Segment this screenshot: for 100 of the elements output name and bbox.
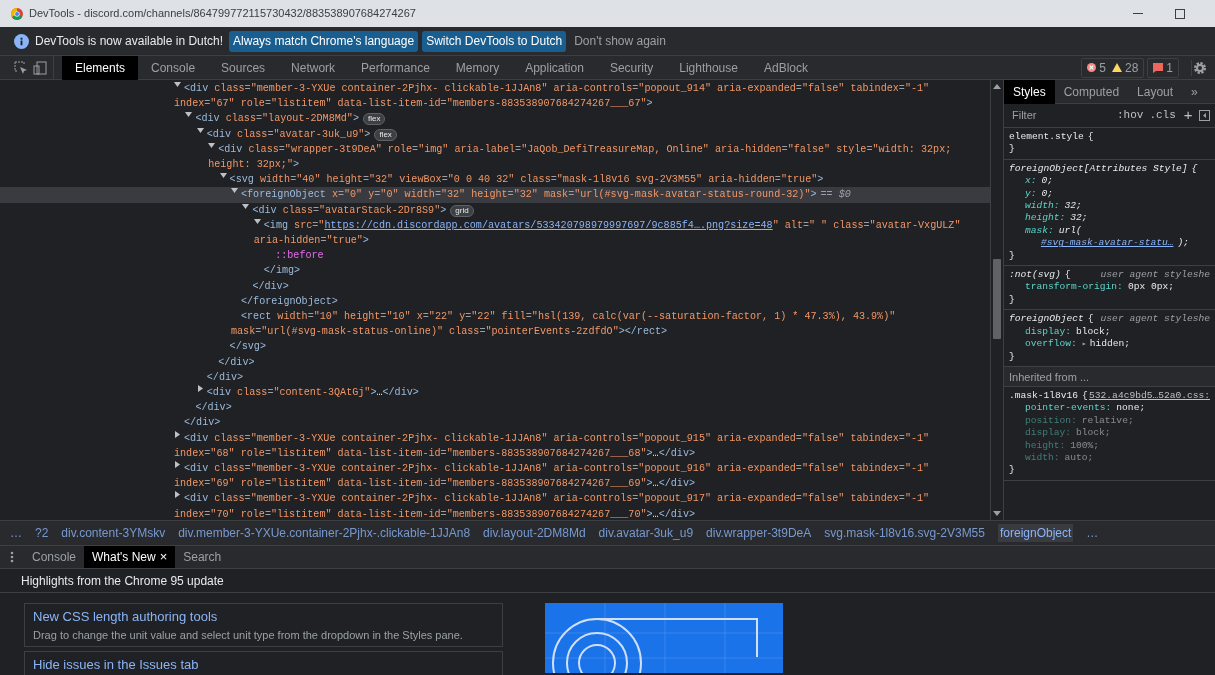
device-toolbar-button[interactable] <box>32 55 54 80</box>
open-brace: { <box>1087 313 1094 325</box>
css-declaration[interactable]: mask: url( #svg-mask-avatar-statu… ); <box>1009 224 1210 250</box>
dom-node-line[interactable]: <div class="layout-2DM8Md"> flex <box>0 111 990 127</box>
expand-arrow-icon[interactable] <box>196 126 207 134</box>
more-options-icon <box>10 551 14 563</box>
layout-badge[interactable]: grid <box>450 204 474 217</box>
styles-tab[interactable]: Computed <box>1054 80 1129 104</box>
layout-badge[interactable]: flex <box>374 128 397 141</box>
layout-badge[interactable]: flex <box>362 113 386 126</box>
dom-node-line[interactable]: <div class="member-3-YXUe container-2Pjhx- clickable-1JJAn8" aria-controls="popout_916" aria-expanded="false" tabindex="-1" index="69" role="listitem" data-list-item-id="members-883538907684274267___69">…</div> <box>0 461 990 492</box>
settings-button[interactable] <box>1191 59 1207 76</box>
breadcrumb[interactable]: svg.mask-1l8v16.svg-2V3M55 <box>824 524 985 542</box>
css-declaration[interactable]: height: 32; <box>1009 212 1210 225</box>
dom-node-line[interactable]: <div class="avatarStack-2Dr8S9"> grid <box>0 202 990 218</box>
expand-arrow-icon[interactable] <box>253 217 264 225</box>
dom-node-line[interactable]: <div class="avatar-3uk_u9"> flex <box>0 126 990 142</box>
cursor-icon <box>14 60 28 75</box>
dom-node-line[interactable]: <rect width="10" height="10" x="22" y="22" fill="hsl(139, calc(var(--saturation-factor, 1) * 47.3%), 43.9%)" mask="url(#svg-mask-status-online)" class="pointerEvents-2zdfdO"></rect> <box>0 309 990 340</box>
dom-node-line[interactable]: <svg width="40" height="32" viewBox="0 0 40 32" class="mask-1l8v16 svg-2V3M55" aria-hidden="true"> <box>0 172 990 188</box>
drawer-heading: Highlights from the Chrome 95 update <box>21 572 224 590</box>
css-declaration[interactable]: x: 0; <box>1009 175 1210 188</box>
closing-tag: </img> <box>0 263 990 279</box>
expand-arrow-icon[interactable] <box>219 172 230 180</box>
drawer-tab[interactable]: Search <box>175 545 230 569</box>
info-icon <box>14 33 29 49</box>
breadcrumb[interactable]: div.content-3YMskv <box>61 524 166 542</box>
flag-icon <box>1153 62 1164 73</box>
css-declaration[interactable]: display: block; <box>1009 325 1210 339</box>
css-declaration[interactable]: y: 0; <box>1009 187 1210 201</box>
close-brace: } <box>1009 143 1016 156</box>
scrollbar[interactable] <box>990 80 1003 520</box>
css-selector: .mask-1l8v16 <box>1009 389 1079 401</box>
panel-tab[interactable]: Security <box>596 55 667 80</box>
close-icon[interactable]: × <box>159 547 168 567</box>
closing-tag: </div> <box>0 415 990 431</box>
dom-node-line[interactable]: <div class="member-3-YXUe container-2Pjhx- clickable-1JJAn8" aria-controls="popout_915" aria-expanded="false" tabindex="-1" index="68" role="listitem" data-list-item-id="members-883538907684274267___68">…</div> <box>0 430 990 462</box>
css-declaration[interactable]: pointer-events: none; <box>1009 402 1210 415</box>
breadcrumb[interactable]: div.member-3-YXUe.container-2Pjhx-.clickable-1JJAn8 <box>178 524 471 542</box>
error-warning-counter[interactable]: 5 28 <box>1081 57 1145 78</box>
panel-tab[interactable]: Lighthouse <box>666 55 751 80</box>
drawer-tab[interactable]: Console <box>24 545 85 569</box>
maximize-icon <box>1175 8 1185 19</box>
styles-tab[interactable]: Layout <box>1128 80 1183 104</box>
infobar-button[interactable]: Always match Chrome's language <box>229 30 419 52</box>
expand-arrow-icon[interactable] <box>231 187 241 195</box>
warning-count: 28 <box>1124 59 1139 77</box>
open-brace: { <box>1064 269 1071 281</box>
panel-tab[interactable]: Console <box>138 55 209 80</box>
breadcrumb[interactable]: … <box>1086 524 1099 542</box>
dom-node-line[interactable]: <img src="https://cdn.discordapp.com/avatars/533420798979997697/9c885f4….png?size=48" alt=" " class="avatar-VxgULZ" aria-hidden="true"> <box>0 217 990 249</box>
css-declaration[interactable]: overflow: ▸ hidden; <box>1009 338 1210 351</box>
class-toggle[interactable]: .cls <box>1149 107 1176 124</box>
issues-counter[interactable]: 1 <box>1147 57 1179 78</box>
style-source: user agent styleshe <box>1100 313 1210 326</box>
breadcrumb[interactable]: foreignObject <box>997 524 1074 542</box>
styles-tab[interactable]: » <box>1182 80 1207 104</box>
breadcrumb[interactable]: … <box>10 524 22 542</box>
sidebar-toggle-icon <box>1198 110 1210 121</box>
issue-count: 1 <box>1166 59 1173 77</box>
feature-description: Drag to change the unit value and select unit type from the dropdown in the Styles pane. <box>33 627 464 643</box>
feature-card[interactable]: New CSS length authoring tools Drag to change the unit value and select unit type from the dropdown in the Styles pane. <box>24 603 503 647</box>
style-source[interactable]: 532.a4c9bd5…52a0.css: <box>1089 389 1210 403</box>
open-brace: { <box>1191 162 1198 174</box>
closing-tag: </div> <box>0 278 990 294</box>
dom-node-line[interactable]: <div class="content-3QAtGj">…</div> <box>0 385 990 401</box>
panel-tab[interactable]: Sources <box>208 55 279 80</box>
breadcrumb[interactable]: div.wrapper-3t9DeA <box>706 524 812 542</box>
hover-state-toggle[interactable]: :hov <box>1117 107 1144 124</box>
panel-tab[interactable]: Elements <box>62 55 139 80</box>
closing-tag: </foreignObject> <box>0 293 990 310</box>
feature-title: Hide issues in the Issues tab <box>33 656 200 674</box>
closing-tag: </div> <box>0 369 990 386</box>
panel-tab[interactable]: Application <box>512 55 597 80</box>
feature-card[interactable]: Hide issues in the Issues tab <box>24 651 503 675</box>
css-selector: :not(svg) <box>1009 269 1061 281</box>
minimize-icon <box>1133 12 1143 15</box>
breadcrumb[interactable]: div.layout-2DM8Md <box>483 524 586 542</box>
dom-node-line[interactable]: <div class="member-3-YXUe container-2Pjhx- clickable-1JJAn8" aria-controls="popout_914" aria-expanded="false" tabindex="-1" index="67" role="listitem" data-list-item-id="members-883538907684274267___67"> <box>0 81 990 112</box>
infobar-button[interactable]: Switch DevTools to Dutch <box>422 30 567 52</box>
new-rule-button[interactable]: + <box>1183 104 1193 127</box>
panel-tab[interactable]: Memory <box>442 55 513 80</box>
dom-node-line[interactable]: <div class="wrapper-3t9DeA" role="img" aria-label="JaQob_DefiTreasureMap, Online" aria-hidden="false" style="width: 32px; height: 32px;"> <box>0 141 990 173</box>
dom-node-line[interactable]: ::before <box>0 248 990 264</box>
infobar-button[interactable]: Don't show again <box>570 30 670 52</box>
close-brace: } <box>1009 350 1016 363</box>
breadcrumb[interactable]: div.avatar-3uk_u9 <box>598 524 694 542</box>
panel-tab[interactable]: Network <box>278 55 349 80</box>
error-icon <box>1087 63 1097 72</box>
css-declaration[interactable]: width: 32; <box>1009 200 1210 213</box>
styles-tab[interactable]: Styles <box>1004 80 1055 104</box>
drawer-tab[interactable]: What's New × <box>84 545 176 569</box>
dom-node-line[interactable]: <div class="member-3-YXUe container-2Pjhx- clickable-1JJAn8" aria-controls="popout_917" aria-expanded="false" tabindex="-1" index="70" role="listitem" data-list-item-id="members-883538907684274267___70">…</div> <box>0 491 990 520</box>
css-declaration[interactable]: transform-origin: 0px 0px; <box>1009 281 1210 294</box>
expand-arrow-icon[interactable] <box>174 81 184 88</box>
breadcrumb[interactable]: ?2 <box>35 524 49 542</box>
panel-tab[interactable]: Performance <box>348 55 443 80</box>
filter-field[interactable]: Filter <box>1012 107 1107 124</box>
panel-tab[interactable]: AdBlock <box>750 55 821 80</box>
style-source: user agent styleshe <box>1100 269 1210 282</box>
